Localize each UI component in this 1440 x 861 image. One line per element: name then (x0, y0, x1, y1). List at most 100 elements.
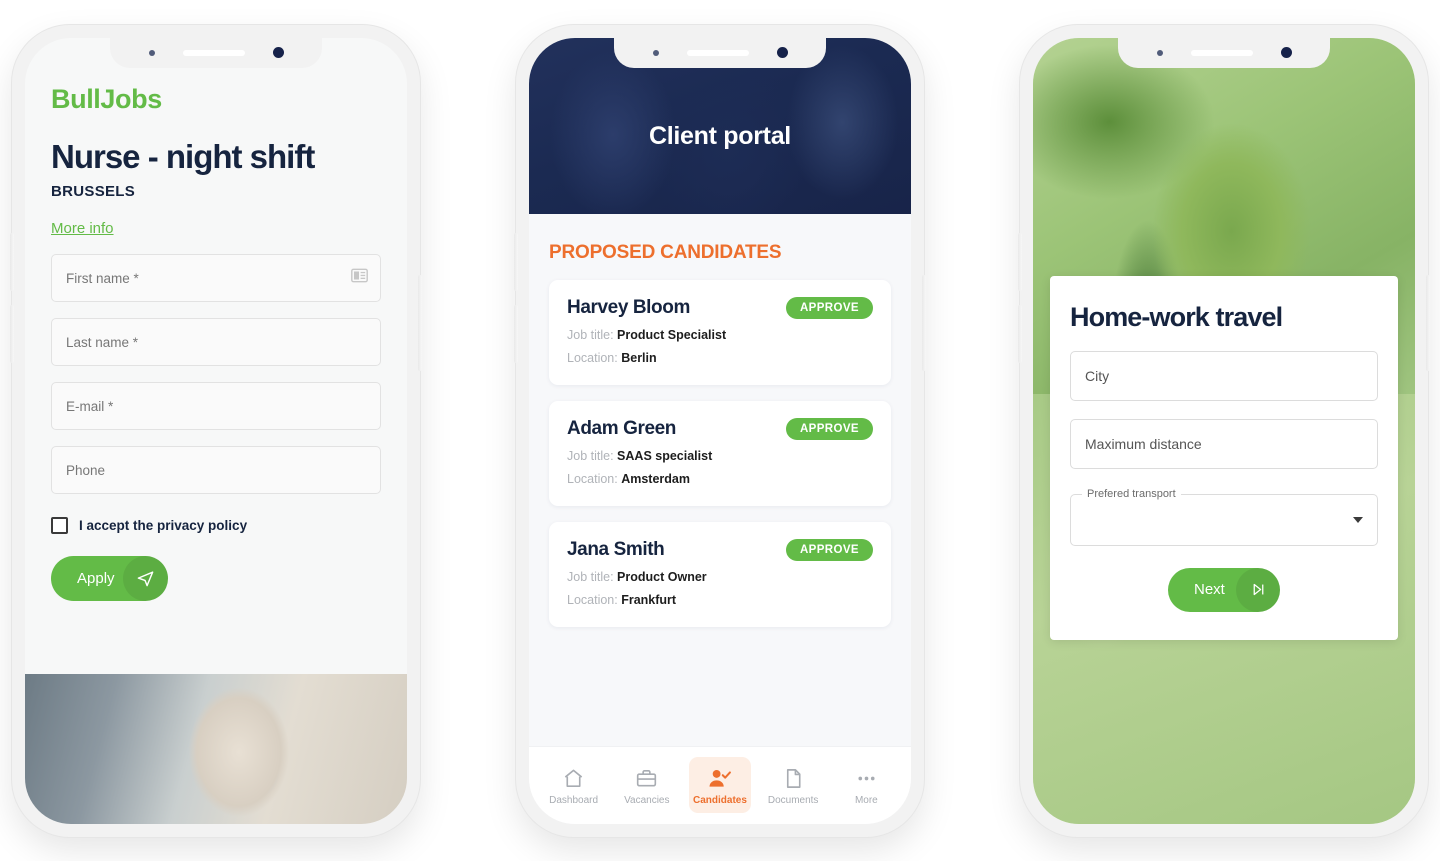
tab-documents[interactable]: Documents (762, 757, 824, 813)
candidate-card[interactable]: Adam Green APPROVE Job title: SAAS speci… (549, 400, 891, 506)
front-camera-icon (776, 47, 788, 58)
contact-card-icon[interactable] (351, 268, 368, 288)
tab-dashboard-label: Dashboard (549, 795, 599, 806)
next-button-label: Next (1194, 581, 1225, 598)
earpiece-speaker (686, 49, 749, 56)
candidate-job-title-row: Job title: Product Owner (567, 570, 873, 584)
apply-form-body: BullJobs Nurse - night shift BRUSSELS Mo… (25, 38, 407, 674)
candidate-card-header: Jana Smith APPROVE (567, 538, 873, 561)
volume-up-button[interactable] (514, 232, 518, 291)
email-placeholder: E-mail * (66, 398, 114, 414)
power-button[interactable] (1426, 274, 1430, 371)
volume-down-button[interactable] (10, 304, 14, 363)
job-title-label: Job title: (567, 327, 614, 342)
tab-more[interactable]: More (835, 757, 897, 813)
location-value: Berlin (621, 350, 657, 365)
next-button-row: Next (1070, 567, 1378, 612)
apply-button[interactable]: Apply (51, 556, 168, 602)
volume-up-button[interactable] (10, 232, 14, 291)
device-notch (1118, 37, 1330, 68)
tab-more-label: More (854, 795, 878, 806)
phone-screen: Client portal PROPOSED CANDIDATES Harvey… (529, 37, 911, 824)
candidate-name: Adam Green (567, 417, 676, 439)
portal-title: Client portal (649, 122, 791, 150)
power-button[interactable] (418, 274, 422, 371)
nurse-photo (25, 673, 407, 824)
tab-candidates-label: Candidates (693, 795, 747, 806)
approve-button[interactable]: APPROVE (785, 417, 873, 440)
candidate-location-row: Location: Amsterdam (567, 472, 873, 486)
apply-button-label: Apply (77, 570, 115, 588)
email-field[interactable]: E-mail * (51, 382, 381, 431)
candidates-list-section: PROPOSED CANDIDATES Harvey Bloom APPROVE… (529, 214, 911, 746)
phone-device-apply-form: BullJobs Nurse - night shift BRUSSELS Mo… (10, 24, 422, 837)
job-title-value: SAAS specialist (617, 448, 713, 463)
send-icon (123, 556, 168, 602)
privacy-policy-label: I accept the privacy policy (79, 518, 248, 534)
page-title: Nurse - night shift (51, 137, 315, 175)
phone-device-client-portal: Client portal PROPOSED CANDIDATES Harvey… (514, 24, 926, 837)
tab-dashboard[interactable]: Dashboard (543, 757, 605, 813)
job-location: BRUSSELS (51, 183, 136, 201)
privacy-policy-row[interactable]: I accept the privacy policy (51, 517, 381, 535)
home-work-travel-app: Home-work travel City Maximum distance P… (1033, 37, 1415, 824)
last-name-placeholder: Last name * (66, 334, 139, 350)
job-title-label: Job title: (567, 448, 614, 463)
location-label: Location: (567, 592, 618, 607)
job-title-label: Job title: (567, 569, 614, 584)
brand-logo: BullJobs (51, 83, 162, 114)
tab-vacancies[interactable]: Vacancies (616, 757, 678, 813)
apply-form-app: BullJobs Nurse - night shift BRUSSELS Mo… (25, 37, 407, 824)
last-name-field[interactable]: Last name * (51, 318, 381, 367)
phone-screen: BullJobs Nurse - night shift BRUSSELS Mo… (25, 37, 407, 824)
candidate-job-title-row: Job title: SAAS specialist (567, 449, 873, 463)
candidate-card[interactable]: Jana Smith APPROVE Job title: Product Ow… (549, 521, 891, 627)
candidate-card[interactable]: Harvey Bloom APPROVE Job title: Product … (549, 279, 891, 385)
proximity-sensor-icon (652, 49, 659, 56)
volume-down-button[interactable] (1018, 304, 1022, 363)
tab-documents-label: Documents (767, 795, 819, 806)
power-button[interactable] (922, 274, 926, 371)
earpiece-speaker (182, 49, 245, 56)
candidate-name: Jana Smith (567, 538, 665, 560)
candidate-job-title-row: Job title: Product Specialist (567, 328, 873, 342)
briefcase-icon (616, 765, 678, 791)
tab-candidates[interactable]: Candidates (688, 757, 751, 813)
approve-button[interactable]: APPROVE (785, 538, 873, 561)
person-check-icon (689, 765, 751, 791)
device-notch (614, 37, 826, 68)
proximity-sensor-icon (148, 49, 155, 56)
maximum-distance-placeholder: Maximum distance (1085, 435, 1202, 452)
privacy-policy-checkbox[interactable] (51, 517, 68, 535)
location-value: Amsterdam (621, 471, 690, 486)
first-name-placeholder: First name * (66, 270, 139, 286)
volume-up-button[interactable] (1018, 232, 1022, 291)
candidate-location-row: Location: Berlin (567, 351, 873, 365)
job-title-value: Product Owner (617, 569, 707, 584)
preferred-transport-select[interactable]: Prefered transport (1070, 487, 1378, 546)
volume-down-button[interactable] (514, 304, 518, 363)
chevron-down-icon[interactable] (1353, 516, 1363, 523)
card-title: Home-work travel (1070, 301, 1283, 332)
maximum-distance-field[interactable]: Maximum distance (1070, 418, 1378, 469)
travel-form-card: Home-work travel City Maximum distance P… (1050, 275, 1398, 640)
earpiece-speaker (1190, 49, 1253, 56)
proximity-sensor-icon (1156, 49, 1163, 56)
next-button[interactable]: Next (1168, 567, 1280, 612)
device-notch (110, 37, 322, 68)
phone-field[interactable]: Phone (51, 446, 381, 495)
candidate-location-row: Location: Frankfurt (567, 593, 873, 607)
tab-vacancies-label: Vacancies (624, 795, 670, 806)
more-info-link[interactable]: More info (51, 220, 114, 237)
bottom-navigation-bar: Dashboard Vacancies Candidates Documents… (529, 745, 911, 824)
phone-mockups-stage: BullJobs Nurse - night shift BRUSSELS Mo… (0, 0, 1440, 861)
location-value: Frankfurt (621, 592, 677, 607)
candidate-card-header: Harvey Bloom APPROVE (567, 296, 873, 319)
phone-placeholder: Phone (66, 462, 106, 478)
job-title-value: Product Specialist (617, 327, 727, 342)
approve-button[interactable]: APPROVE (785, 296, 873, 319)
client-portal-app: Client portal PROPOSED CANDIDATES Harvey… (529, 37, 911, 824)
first-name-field[interactable]: First name * (51, 254, 381, 303)
front-camera-icon (272, 47, 284, 58)
city-field[interactable]: City (1070, 350, 1378, 401)
